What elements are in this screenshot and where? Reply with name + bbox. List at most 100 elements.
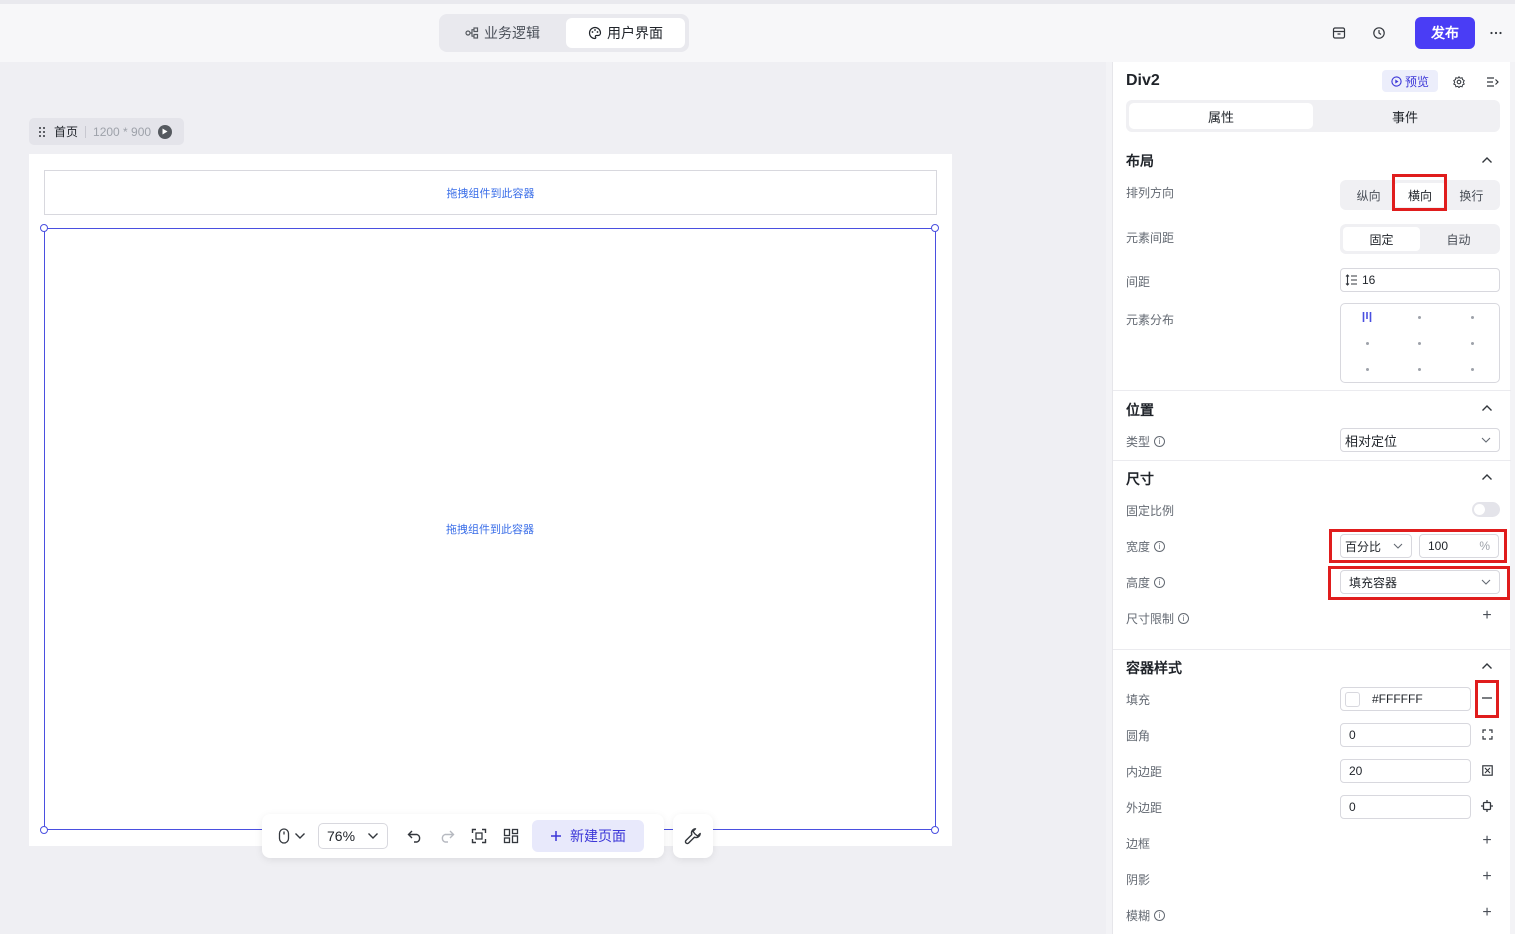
info-icon[interactable]: i	[1178, 613, 1190, 624]
pointer-mode-button[interactable]	[272, 823, 312, 849]
direction-wrap[interactable]: 换行	[1446, 183, 1497, 207]
settings-button[interactable]	[1448, 71, 1470, 93]
align-bottom-center[interactable]	[1394, 356, 1447, 382]
top-bar: 业务逻辑 用户界面 发布	[0, 0, 1515, 62]
tab-user-interface[interactable]: 用户界面	[566, 18, 685, 48]
fixed-ratio-toggle[interactable]	[1472, 502, 1500, 517]
zoom-value: 76%	[327, 828, 356, 844]
tools-button[interactable]	[673, 814, 713, 858]
add-blur-button[interactable]: +	[1479, 904, 1495, 921]
padding-input[interactable]: 20	[1340, 759, 1471, 783]
artboard[interactable]: 拖拽组件到此容器 拖拽组件到此容器	[29, 154, 952, 846]
info-icon[interactable]: i	[1154, 436, 1166, 447]
tab-user-interface-label: 用户界面	[607, 25, 663, 41]
redo-button[interactable]	[434, 823, 460, 849]
margin-individual-button[interactable]	[1479, 798, 1495, 814]
info-icon[interactable]: i	[1154, 541, 1166, 552]
add-shadow-button[interactable]: +	[1479, 868, 1495, 885]
size-limit-text: 尺寸限制	[1126, 612, 1175, 626]
history-button[interactable]	[1368, 22, 1390, 44]
align-top-right[interactable]	[1446, 304, 1499, 330]
align-middle-right[interactable]	[1446, 330, 1499, 356]
divider	[1113, 460, 1511, 461]
drop-hint: 拖拽组件到此容器	[446, 187, 535, 200]
align-middle-left[interactable]	[1341, 330, 1394, 356]
direction-vertical[interactable]: 纵向	[1343, 183, 1394, 207]
spacing-auto[interactable]: 自动	[1420, 227, 1497, 251]
fill-color-input[interactable]: #FFFFFF	[1340, 687, 1471, 711]
spacing-fixed[interactable]: 固定	[1343, 227, 1420, 251]
fit-screen-icon	[471, 828, 487, 844]
chevron-up-icon[interactable]	[1480, 659, 1494, 673]
zoom-select[interactable]: 76%	[318, 823, 388, 849]
vertical-spacing-icon	[1345, 274, 1357, 286]
height-label: 高度 i	[1126, 574, 1166, 591]
new-page-button[interactable]: 新建页面	[532, 820, 644, 852]
drag-handle-icon[interactable]	[37, 126, 47, 138]
margin-icon	[1481, 800, 1493, 812]
container-div1[interactable]: 拖拽组件到此容器	[44, 170, 937, 215]
resize-handle-bottom-right[interactable]	[931, 826, 939, 834]
gap-input[interactable]: 16	[1340, 268, 1500, 292]
direction-label: 排列方向	[1126, 186, 1175, 200]
preview-button[interactable]: 预览	[1382, 70, 1438, 92]
chevron-up-icon[interactable]	[1480, 401, 1494, 415]
history-icon	[1373, 27, 1385, 39]
collapse-panel-button[interactable]	[1481, 71, 1503, 93]
align-middle-center[interactable]	[1394, 330, 1447, 356]
align-bottom-left[interactable]	[1341, 356, 1394, 382]
preview-label: 预览	[1404, 74, 1429, 89]
container-div2-selected[interactable]: 拖拽组件到此容器	[44, 228, 936, 830]
bottom-toolbar: 76% 新建页面	[262, 814, 664, 858]
radius-input[interactable]: 0	[1340, 723, 1471, 747]
chevron-down-icon	[295, 833, 305, 839]
tab-properties[interactable]: 属性	[1129, 103, 1313, 129]
radius-individual-button[interactable]	[1479, 726, 1495, 742]
padding-individual-button[interactable]	[1479, 762, 1495, 778]
add-size-limit-button[interactable]: +	[1479, 607, 1495, 624]
tab-events[interactable]: 事件	[1313, 103, 1497, 129]
top-actions: 发布	[1328, 16, 1515, 50]
position-type-value: 相对定位	[1345, 433, 1398, 449]
corner-radius-icon	[1481, 728, 1493, 740]
fixed-ratio-label: 固定比例	[1126, 504, 1175, 518]
page-size: 1200 * 900	[93, 124, 152, 139]
chevron-up-icon[interactable]	[1480, 470, 1494, 484]
gap-label: 间距	[1126, 275, 1151, 289]
align-bottom-right[interactable]	[1446, 356, 1499, 382]
radius-label: 圆角	[1126, 729, 1151, 743]
highlight-direction-horizontal	[1392, 174, 1447, 211]
add-border-button[interactable]: +	[1479, 832, 1495, 849]
chevron-down-icon	[1481, 437, 1491, 443]
play-circle-icon	[1391, 75, 1402, 87]
play-icon[interactable]	[158, 124, 173, 139]
margin-input[interactable]: 0	[1340, 795, 1471, 819]
info-icon[interactable]: i	[1154, 577, 1166, 588]
save-draft-button[interactable]	[1328, 22, 1350, 44]
undo-button[interactable]	[402, 823, 428, 849]
align-top-center[interactable]	[1394, 304, 1447, 330]
resize-handle-top-left[interactable]	[40, 224, 48, 232]
highlight-height-row	[1328, 566, 1510, 600]
position-type-text: 类型	[1126, 435, 1151, 449]
tab-business-logic[interactable]: 业务逻辑	[443, 18, 562, 48]
canvas-area[interactable]: 首页 1200 * 900 拖拽组件到此容器 拖拽组件到此容器	[0, 62, 1106, 934]
info-icon[interactable]: i	[1154, 910, 1166, 921]
highlight-width-row	[1329, 529, 1507, 563]
chevron-up-icon[interactable]	[1480, 153, 1494, 167]
new-page-label: 新建页面	[570, 828, 626, 844]
margin-label: 外边距	[1126, 801, 1163, 815]
layout-grid-button[interactable]	[498, 823, 524, 849]
distribution-label: 元素分布	[1126, 313, 1175, 327]
fit-screen-button[interactable]	[466, 823, 492, 849]
position-type-select[interactable]: 相对定位	[1340, 428, 1500, 452]
width-label: 宽度 i	[1126, 538, 1166, 555]
more-button[interactable]	[1485, 22, 1507, 44]
resize-handle-top-right[interactable]	[931, 224, 939, 232]
color-swatch[interactable]	[1345, 691, 1360, 707]
align-top-left[interactable]	[1341, 304, 1394, 330]
publish-button[interactable]: 发布	[1415, 17, 1475, 49]
height-text: 高度	[1126, 576, 1151, 590]
page-tag[interactable]: 首页 1200 * 900	[29, 118, 184, 145]
resize-handle-bottom-left[interactable]	[40, 826, 48, 834]
